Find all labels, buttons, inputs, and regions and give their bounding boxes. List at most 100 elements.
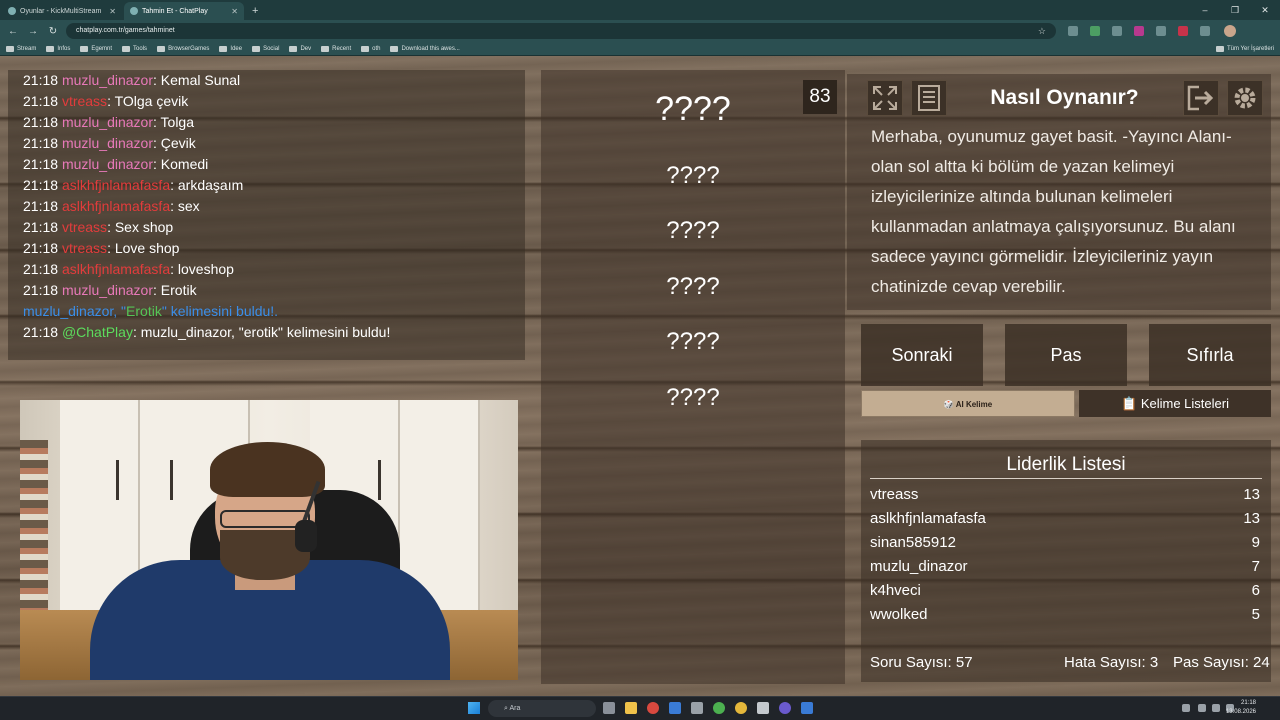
next-button[interactable]: Sonraki bbox=[861, 324, 983, 386]
steam-icon[interactable] bbox=[801, 702, 813, 714]
folder-icon bbox=[289, 45, 298, 52]
main-word: ???? bbox=[655, 90, 731, 128]
word-lists-button[interactable]: 📋 Kelime Listeleri bbox=[1079, 390, 1271, 417]
player-score: 13 bbox=[1243, 486, 1260, 503]
ai-word-button[interactable]: 🎲 AI Kelime bbox=[861, 390, 1075, 417]
forward-icon[interactable]: → bbox=[26, 26, 40, 37]
folder-icon bbox=[122, 45, 131, 52]
player-name: muzlu_dinazor bbox=[870, 558, 968, 575]
app-icon[interactable] bbox=[647, 702, 659, 714]
player-name: k4hveci bbox=[870, 582, 921, 599]
leaderboard-row: k4hveci 6 bbox=[870, 582, 1260, 599]
task-view-icon[interactable] bbox=[603, 702, 615, 714]
bookmark-star-icon[interactable]: ☆ bbox=[1038, 23, 1046, 39]
discord-icon[interactable] bbox=[779, 702, 791, 714]
leaderboard-row: sinan585912 9 bbox=[870, 534, 1260, 551]
player-name: wwolked bbox=[870, 606, 928, 623]
leaderboard-row: muzlu_dinazor 7 bbox=[870, 558, 1260, 575]
bookmark-infos[interactable]: Infos bbox=[46, 45, 71, 52]
clock[interactable]: 21:18 13.08.2026 bbox=[1226, 699, 1256, 717]
tab-title: Tahmin Et - ChatPlay bbox=[142, 7, 208, 15]
close-window-icon[interactable]: ✕ bbox=[1250, 0, 1280, 20]
fullscreen-button[interactable] bbox=[867, 80, 903, 116]
logout-button[interactable] bbox=[1183, 80, 1219, 116]
bookmark-social[interactable]: Social bbox=[252, 45, 279, 52]
chat-message: 21:18 muzlu_dinazor: Komedi bbox=[23, 156, 209, 172]
game-page: 21:18 muzlu_dinazor: Kemal Sunal 21:18 v… bbox=[0, 56, 1280, 696]
extension-icon[interactable] bbox=[1112, 26, 1122, 36]
chat-system-message: muzlu_dinazor, "Erotik" kelimesini buldu… bbox=[23, 303, 279, 319]
taskbar-search[interactable]: ⌕ Ara bbox=[488, 700, 596, 717]
browser-tab[interactable]: Oyunlar - KickMultiStream ✕ bbox=[2, 2, 122, 20]
forbidden-word: ???? bbox=[666, 328, 720, 355]
bookmark-label: Stream bbox=[17, 45, 37, 52]
extension-icon[interactable] bbox=[1090, 26, 1100, 36]
app-icon[interactable] bbox=[713, 702, 725, 714]
chrome-icon[interactable] bbox=[735, 702, 747, 714]
tab-close-icon[interactable]: ✕ bbox=[231, 7, 238, 16]
clock-time: 21:18 bbox=[1240, 700, 1256, 706]
tray-chevron-icon[interactable] bbox=[1182, 704, 1190, 712]
player-score: 6 bbox=[1251, 582, 1260, 599]
file-explorer-icon[interactable] bbox=[625, 702, 637, 714]
extension-icon[interactable] bbox=[1178, 26, 1188, 36]
leaderboard-row: vtreass 13 bbox=[870, 486, 1260, 503]
extension-icon[interactable] bbox=[1156, 26, 1166, 36]
chat-message: 21:18 muzlu_dinazor: Erotik bbox=[23, 282, 197, 298]
all-bookmarks[interactable]: Tüm Yer İşaretleri bbox=[1215, 45, 1274, 52]
chat-message: 21:18 muzlu_dinazor: Çevik bbox=[23, 135, 196, 151]
bookmark-label: Download this awes... bbox=[401, 45, 460, 52]
extensions-puzzle-icon[interactable] bbox=[1200, 26, 1210, 36]
pass-button[interactable]: Pas bbox=[1005, 324, 1127, 386]
error-count: Hata Sayısı: 3 bbox=[1064, 654, 1159, 671]
network-icon[interactable] bbox=[1212, 704, 1220, 712]
window-controls: – ❐ ✕ bbox=[1190, 0, 1280, 20]
clock-date: 13.08.2026 bbox=[1225, 709, 1256, 715]
folder-icon bbox=[1215, 45, 1224, 52]
headset-icon bbox=[295, 520, 317, 552]
app-icon[interactable] bbox=[757, 702, 769, 714]
folder-icon bbox=[6, 45, 14, 52]
bookmark-dev[interactable]: Dev bbox=[289, 45, 311, 52]
logout-icon bbox=[1187, 85, 1214, 111]
browser-tab-active[interactable]: Tahmin Et - ChatPlay ✕ bbox=[124, 2, 244, 20]
bookmark-label: Tüm Yer İşaretleri bbox=[1226, 45, 1274, 52]
tab-close-icon[interactable]: ✕ bbox=[109, 7, 116, 16]
bookmark-browsergames[interactable]: BrowserGames bbox=[157, 45, 210, 52]
door-handle bbox=[116, 460, 119, 500]
bookmark-label: Infos bbox=[57, 45, 71, 52]
bookmark-idee[interactable]: Idee bbox=[219, 45, 242, 52]
extension-icon[interactable] bbox=[1068, 26, 1078, 36]
bookmark-stream[interactable]: Stream bbox=[6, 45, 37, 52]
chat-bot-message: 21:18 @ChatPlay: muzlu_dinazor, "erotik"… bbox=[23, 324, 391, 340]
extension-icon[interactable] bbox=[1134, 26, 1144, 36]
address-bar-row: ← → ↻ chatplay.com.tr/games/tahminet ☆ bbox=[0, 20, 1280, 42]
settings-button[interactable] bbox=[1227, 80, 1263, 116]
back-icon[interactable]: ← bbox=[6, 26, 20, 37]
url-input[interactable]: chatplay.com.tr/games/tahminet ☆ bbox=[66, 23, 1056, 39]
bookmark-recent[interactable]: Recent bbox=[321, 45, 351, 52]
new-tab-icon[interactable]: + bbox=[244, 2, 266, 20]
notes-button[interactable] bbox=[911, 80, 947, 116]
maximize-icon[interactable]: ❐ bbox=[1220, 0, 1250, 20]
reload-icon[interactable]: ↻ bbox=[46, 26, 60, 37]
steam-icon[interactable] bbox=[669, 702, 681, 714]
bookmark-egemnt[interactable]: Egemnt bbox=[80, 45, 112, 52]
microphone-icon[interactable] bbox=[1198, 704, 1206, 712]
folder-icon bbox=[252, 45, 261, 52]
forbidden-word: ???? bbox=[666, 217, 720, 244]
minimize-icon[interactable]: – bbox=[1190, 0, 1220, 20]
bookmark-oth[interactable]: oth bbox=[361, 45, 380, 52]
windows-start-icon[interactable] bbox=[468, 702, 480, 714]
bookmark-tools[interactable]: Tools bbox=[122, 45, 147, 52]
how-to-play-title: Nasıl Oynanır? bbox=[990, 86, 1139, 109]
reset-button[interactable]: Sıfırla bbox=[1149, 324, 1271, 386]
chat-message: 21:18 muzlu_dinazor: Kemal Sunal bbox=[23, 72, 241, 88]
document-icon bbox=[918, 85, 940, 111]
profile-avatar[interactable] bbox=[1224, 25, 1236, 37]
app-icon[interactable] bbox=[691, 702, 703, 714]
chat-message: 21:18 aslkhfjnlamafasfa: arkdaşaım bbox=[23, 177, 244, 193]
chat-message: 21:18 vtreass: Love shop bbox=[23, 240, 180, 256]
bookmark-download[interactable]: Download this awes... bbox=[390, 45, 460, 52]
bookmark-label: BrowserGames bbox=[168, 45, 210, 52]
